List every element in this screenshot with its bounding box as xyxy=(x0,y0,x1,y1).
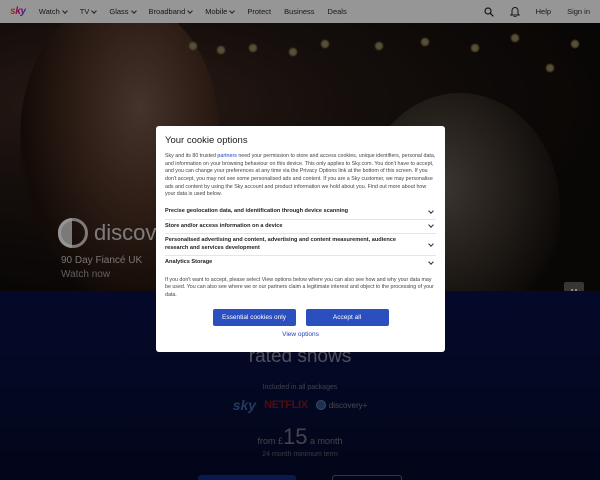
accept-all-button[interactable]: Accept all xyxy=(305,308,389,326)
purpose-personalised-ads[interactable]: Personalised advertising and content, ad… xyxy=(165,234,436,257)
cookie-footer-text: If you don't want to accept, please sele… xyxy=(165,276,434,299)
cookie-dialog-title: Your cookie options xyxy=(165,135,248,146)
purpose-label: Personalised advertising and content, ad… xyxy=(165,237,396,251)
purpose-store-access[interactable]: Store and/or access information on a dev… xyxy=(165,220,436,235)
purpose-label: Store and/or access information on a dev… xyxy=(165,222,283,229)
view-options-link[interactable]: View options xyxy=(165,331,436,338)
essential-cookies-button[interactable]: Essential cookies only xyxy=(212,308,296,326)
chevron-down-icon xyxy=(428,240,434,247)
cookie-intro-text: Sky and its 80 trusted xyxy=(165,153,218,159)
purpose-geolocation[interactable]: Precise geolocation data, and identifica… xyxy=(165,205,436,220)
cookie-purposes: Precise geolocation data, and identifica… xyxy=(165,205,436,270)
cookie-buttons: Essential cookies only Accept all xyxy=(165,308,436,326)
partners-link[interactable]: partners xyxy=(217,153,236,159)
chevron-down-icon xyxy=(428,222,434,229)
cookie-dialog: Your cookie options Sky and its 80 trust… xyxy=(156,126,445,352)
chevron-down-icon xyxy=(428,259,434,265)
purpose-label: Precise geolocation data, and identifica… xyxy=(165,208,349,215)
chevron-down-icon xyxy=(428,207,434,214)
purpose-label: Analytics Storage xyxy=(165,259,213,266)
cookie-intro-text: need your permission to store and access… xyxy=(165,153,436,198)
cookie-intro: Sky and its 80 trusted partners need you… xyxy=(165,153,436,199)
purpose-analytics[interactable]: Analytics Storage xyxy=(165,256,436,270)
